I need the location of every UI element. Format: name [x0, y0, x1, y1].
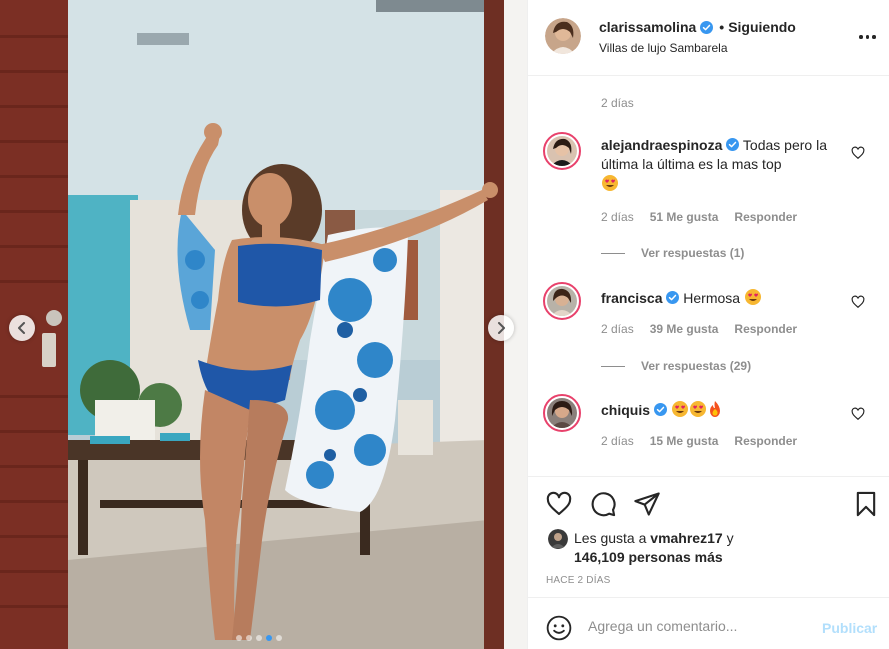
comment-meta-partial: 2 días: [601, 96, 634, 110]
comment-time[interactable]: 2 días: [601, 322, 634, 336]
post-header: clarissamolina • Siguiendo Villas de luj…: [528, 0, 889, 76]
verified-badge-icon: [700, 20, 714, 34]
carousel-dot: [276, 635, 282, 641]
reply-button[interactable]: Responder: [734, 434, 797, 448]
following-button[interactable]: Siguiendo: [728, 19, 796, 35]
comment-like-heart-icon[interactable]: [851, 146, 865, 160]
heart-eyes-emoji-icon: [671, 401, 688, 417]
paper-plane-icon[interactable]: [633, 490, 661, 518]
likes-count[interactable]: 146,109 personas más: [574, 549, 723, 565]
comment-meta: 2 días 15 Me gusta Responder: [601, 434, 797, 448]
comment-time[interactable]: 2 días: [601, 96, 634, 110]
comment-likes[interactable]: 51 Me gusta: [650, 210, 719, 224]
comments-list[interactable]: 2 días alejandraespinoza Todas pero la ú…: [528, 76, 889, 476]
more-options-button[interactable]: [859, 29, 879, 45]
comment-text: francisca Hermosa: [601, 288, 841, 308]
view-replies-button[interactable]: Ver respuestas (1): [601, 246, 744, 260]
comment-meta: 2 días 39 Me gusta Responder: [601, 322, 797, 336]
reply-button[interactable]: Responder: [734, 322, 797, 336]
photo-illustration: [0, 0, 527, 649]
instagram-post-modal: clarissamolina • Siguiendo Villas de luj…: [0, 0, 889, 649]
verified-badge-icon: [666, 291, 680, 304]
comment-username[interactable]: francisca: [601, 290, 662, 306]
likes-text: Les gusta a vmahrez17 y 146,109 personas…: [574, 529, 794, 567]
likes-conj: y: [726, 530, 734, 546]
comment-avatar[interactable]: [543, 132, 581, 170]
smiley-icon[interactable]: [546, 615, 572, 641]
reply-button[interactable]: Responder: [734, 210, 797, 224]
separator-dot: •: [719, 19, 725, 35]
avatar[interactable]: [545, 18, 581, 54]
post-location[interactable]: Villas de lujo Sambarela: [599, 41, 728, 55]
post-photo[interactable]: [0, 0, 527, 649]
likes-summary: Les gusta a vmahrez17 y 146,109 personas…: [548, 529, 794, 567]
replies-divider: [601, 365, 625, 367]
comment-input[interactable]: [588, 614, 808, 638]
chevron-right-icon: [498, 322, 505, 334]
comment-time[interactable]: 2 días: [601, 434, 634, 448]
carousel-dot: [236, 635, 242, 641]
carousel-indicator: [236, 635, 282, 641]
replies-divider: [601, 252, 625, 254]
carousel-dot: [256, 635, 262, 641]
author-username[interactable]: clarissamolina: [599, 19, 696, 35]
post-side-panel: clarissamolina • Siguiendo Villas de luj…: [527, 0, 889, 649]
comment-avatar[interactable]: [543, 282, 581, 320]
more-horizontal-icon: [859, 35, 863, 39]
heart-eyes-emoji-icon: [744, 289, 761, 305]
liker-username[interactable]: vmahrez17: [650, 530, 722, 546]
comment-like-heart-icon[interactable]: [851, 295, 865, 309]
post-author: clarissamolina • Siguiendo: [599, 19, 796, 35]
heart-eyes-emoji-icon: [689, 401, 706, 417]
post-date[interactable]: HACE 2 DÍAS: [546, 575, 610, 586]
comment-bubble-icon[interactable]: [589, 490, 617, 518]
comment-username[interactable]: chiquis: [601, 402, 650, 418]
bookmark-icon[interactable]: [852, 490, 880, 518]
comment-meta: 2 días 51 Me gusta Responder: [601, 210, 797, 224]
likes-prefix: Les gusta a: [574, 530, 647, 546]
post-actions: Les gusta a vmahrez17 y 146,109 personas…: [528, 476, 889, 597]
verified-badge-icon: [726, 138, 740, 151]
comment-likes[interactable]: 15 Me gusta: [650, 434, 719, 448]
carousel-dot-active: [266, 635, 272, 641]
carousel-next-button[interactable]: [488, 315, 514, 341]
comment-composer: Publicar: [528, 597, 889, 649]
comment-text: chiquis: [601, 400, 841, 420]
chevron-left-icon: [18, 322, 25, 334]
verified-badge-icon: [653, 403, 667, 416]
comment-text: alejandraespinoza Todas pero la última l…: [601, 136, 841, 194]
carousel-dot: [246, 635, 252, 641]
publish-button[interactable]: Publicar: [822, 620, 877, 636]
carousel-prev-button[interactable]: [9, 315, 35, 341]
view-replies-button[interactable]: Ver respuestas (29): [601, 359, 751, 373]
liker-avatar[interactable]: [548, 529, 568, 549]
view-replies-label: Ver respuestas (29): [641, 359, 752, 373]
heart-eyes-emoji-icon: [602, 175, 618, 191]
comment-time[interactable]: 2 días: [601, 210, 634, 224]
comment-username[interactable]: alejandraespinoza: [601, 137, 722, 153]
comment-likes[interactable]: 39 Me gusta: [650, 322, 719, 336]
comment-like-heart-icon[interactable]: [851, 407, 865, 421]
comment-avatar[interactable]: [543, 394, 581, 432]
view-replies-label: Ver respuestas (1): [641, 246, 745, 260]
comment-body: Hermosa: [683, 290, 741, 306]
fire-emoji-icon: [709, 401, 720, 417]
heart-outline-icon[interactable]: [545, 490, 573, 518]
